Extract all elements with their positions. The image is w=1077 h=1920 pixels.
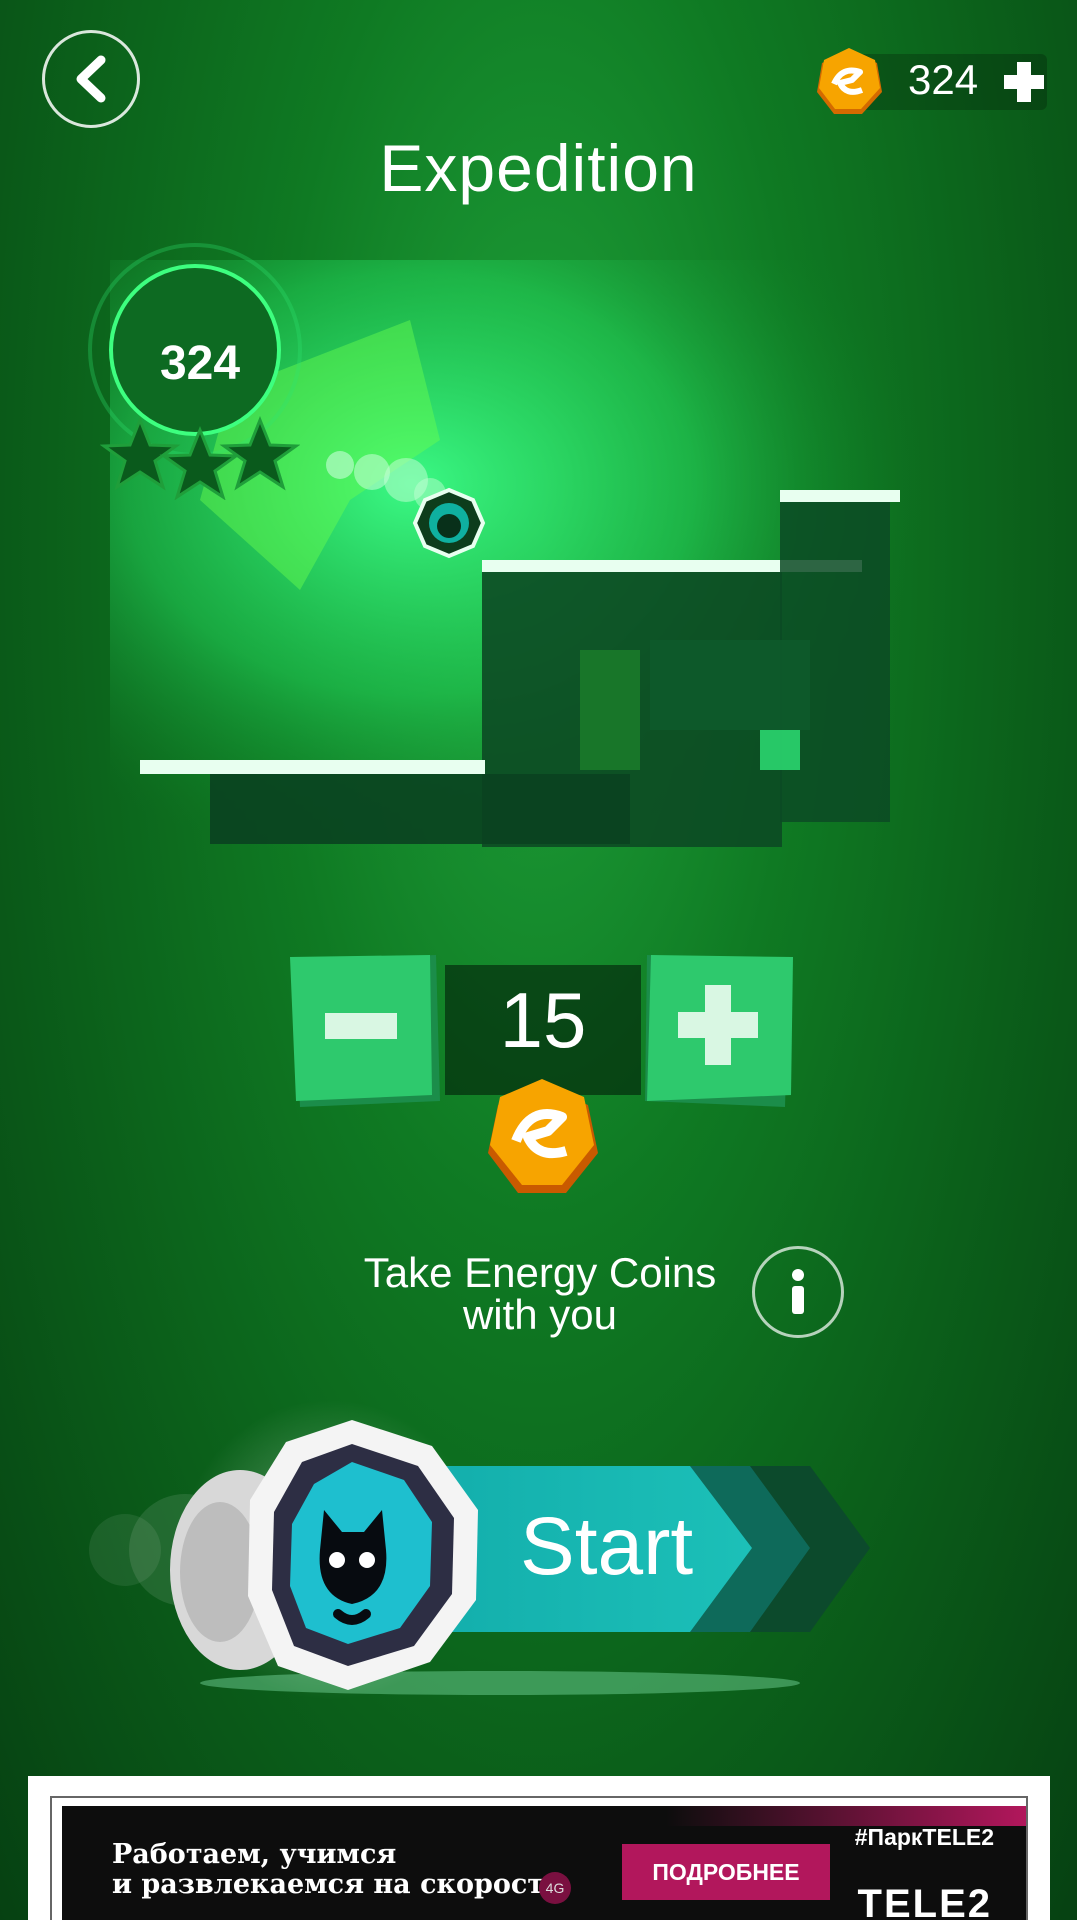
energy-coin-quantity: 15: [499, 976, 587, 1064]
add-coins-button[interactable]: [1000, 58, 1048, 106]
start-label: Start: [520, 1501, 694, 1592]
back-button[interactable]: [42, 30, 140, 128]
hint-line-1: Take Energy Coins: [363, 1249, 717, 1296]
character-eye: [359, 1552, 375, 1568]
ad-content: Работаем, учимся и развлекаемся на скоро…: [62, 1806, 1026, 1920]
page-title: Expedition: [379, 131, 698, 205]
ad-brand-logo: TELE2: [857, 1882, 992, 1920]
star-icon: [100, 415, 181, 491]
star-icon: [159, 425, 241, 500]
ad-banner[interactable]: Работаем, учимся и развлекаемся на скоро…: [28, 1776, 1050, 1920]
info-button[interactable]: [752, 1246, 844, 1338]
coin-balance: 324: [812, 46, 1052, 116]
ad-text-line-1: Работаем, учимся: [112, 1839, 397, 1870]
ad-hashtag: #ПаркTELE2: [854, 1824, 994, 1850]
ad-text: Работаем, учимся и развлекаемся на скоро…: [112, 1840, 564, 1900]
hint-line-2: with you: [462, 1291, 618, 1338]
ad-accent-stripe: [666, 1806, 1026, 1826]
ad-text-line-2: и развлекаемся на скорости: [112, 1869, 565, 1900]
chevron-left-icon: [76, 55, 106, 103]
star-rating: [100, 415, 300, 500]
energy-coin-icon: [488, 1079, 598, 1193]
energy-coins-hint: Take Energy Coins with you: [330, 1252, 750, 1336]
ad-cta-button[interactable]: ПОДРОБНЕЕ: [622, 1844, 830, 1900]
increase-button[interactable]: [643, 955, 795, 1107]
energy-coin-icon: [817, 48, 882, 114]
decrease-button[interactable]: [290, 955, 442, 1107]
minus-icon: [325, 1013, 397, 1039]
ad-4g-badge: 4G: [539, 1872, 571, 1904]
info-icon: [792, 1269, 804, 1314]
coin-balance-value: 324: [908, 56, 979, 103]
best-score: 324: [159, 337, 241, 390]
star-icon: [219, 415, 300, 491]
character-eye: [329, 1552, 345, 1568]
